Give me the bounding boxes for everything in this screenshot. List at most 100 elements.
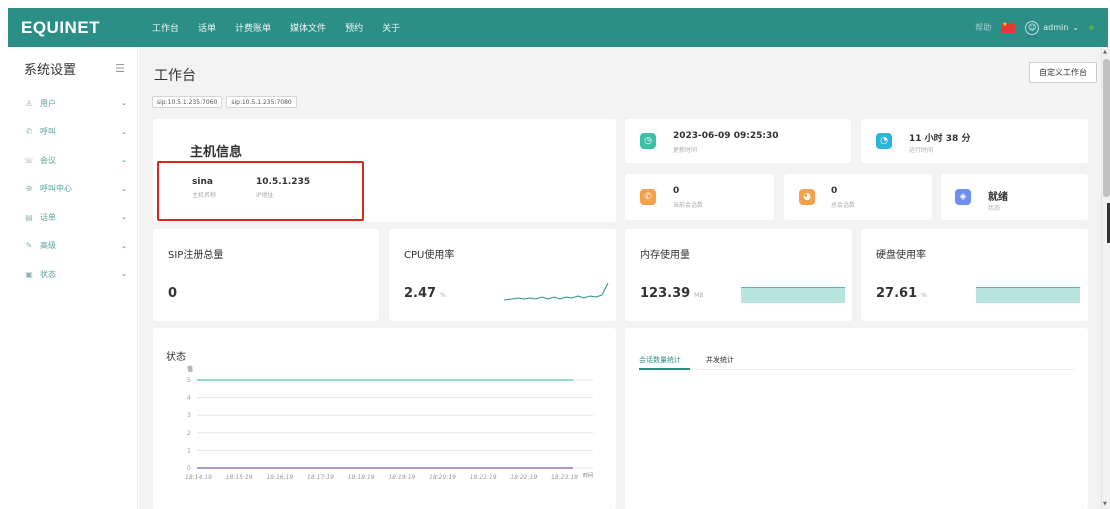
nav-workbench[interactable]: 工作台: [152, 21, 179, 34]
status-icon: ▣: [25, 269, 33, 279]
sidebar-item-4[interactable]: ▤ 话单 ⌄: [8, 203, 137, 232]
sip-total-value: 0: [168, 286, 178, 301]
host-name-label: 主机名称: [192, 192, 217, 199]
sidebar-item-label: 状态: [40, 269, 56, 279]
phone-icon: ✆: [640, 189, 656, 205]
chevron-down-icon: ⌄: [121, 184, 127, 193]
tab-divider: [639, 369, 1074, 370]
tab-concurrency[interactable]: 并发统计: [706, 355, 734, 365]
tab-session-count[interactable]: 会话数量统计: [639, 355, 681, 365]
highlight-box: sina 主机名称 10.5.1.235 IP地址: [157, 161, 364, 221]
disk-area-chart: [976, 287, 1080, 303]
sidebar-item-0[interactable]: ♙ 用户 ⌄: [8, 89, 137, 118]
menu-collapse-icon[interactable]: ☰: [115, 62, 125, 75]
avatar-icon: ☺: [1025, 20, 1040, 35]
status-label: 状态: [988, 205, 1001, 212]
sidebar-item-6[interactable]: ▣ 状态 ⌄: [8, 260, 137, 289]
timer-icon: ◔: [876, 133, 892, 149]
y-tick-label: 4: [187, 395, 191, 402]
sidebar-item-2[interactable]: ☏ 会议 ⌄: [8, 146, 137, 175]
chevron-down-icon: ⌄: [1072, 23, 1079, 32]
help-link[interactable]: 帮助: [975, 22, 991, 33]
sidebar-item-5[interactable]: ✎ 高级 ⌄: [8, 232, 137, 261]
chevron-down-icon: ⌄: [121, 241, 127, 250]
update-time-card: ◷ 2023-06-09 09:25:30 更新时间: [625, 119, 851, 163]
sip-tag[interactable]: sip:10.5.1.235:7060: [152, 96, 223, 108]
sidebar-item-label: 用户: [40, 98, 56, 108]
total-sessions-card: ◕ 0 总会话数: [784, 174, 932, 220]
memory-title: 内存使用量: [640, 250, 690, 261]
cpu-value: 2.47: [404, 286, 437, 301]
memory-value: 123.39: [640, 286, 691, 301]
sip-total-title: SIP注册总量: [168, 250, 224, 261]
x-tick-label: 18:20:19: [429, 474, 456, 481]
chart-pie-icon: ◕: [799, 189, 815, 205]
y-tick-label: 0: [187, 465, 191, 472]
disk-value: 27.61: [876, 286, 918, 301]
cpu-card: CPU使用率 2.47%: [389, 229, 616, 321]
cpu-unit: %: [440, 292, 446, 299]
cpu-title: CPU使用率: [404, 250, 455, 261]
ip-value: 10.5.1.235: [256, 177, 311, 187]
clock-icon: ◷: [640, 133, 656, 149]
x-tick-label: 18:15:19: [226, 474, 253, 481]
user-menu[interactable]: ☺ admin ⌄: [1025, 20, 1079, 35]
sip-address-tags: sip:10.5.1.235:7060 sip:10.5.1.235:7080: [152, 96, 297, 108]
x-tick-label: 18:18:19: [348, 474, 375, 481]
uptime-label: 运行时间: [909, 147, 934, 154]
page-title: 工作台: [154, 68, 196, 84]
state-title: 状态: [166, 352, 186, 363]
scroll-down-icon[interactable]: ▼: [1103, 501, 1107, 507]
sidebar-item-3[interactable]: ⊕ 呼叫中心 ⌄: [8, 175, 137, 204]
y-tick-label: 5: [187, 377, 191, 384]
sidebar-item-label: 会议: [40, 155, 56, 165]
update-time-label: 更新时间: [673, 147, 698, 154]
disk-value-wrap: 27.61%: [876, 286, 927, 301]
state-chart-card: 状态 值 5 4 3 2 1 0 18:14:19 18:15:19 18:16:19 18:17:…: [153, 328, 616, 509]
y-tick-label: 3: [187, 412, 191, 419]
y-axis-label: 值: [187, 365, 193, 373]
sidebar-item-label: 话单: [40, 212, 56, 222]
state-line-chart: 值 5 4 3 2 1 0 18:14:19 18:15:19 18:16:19 18:17:19 1…: [185, 365, 593, 481]
chevron-down-icon: ⌄: [121, 156, 127, 165]
sidebar-item-1[interactable]: ✆ 呼叫 ⌄: [8, 118, 137, 147]
nav-booking[interactable]: 预约: [345, 21, 363, 34]
nav-cdr[interactable]: 话单: [198, 21, 216, 34]
sip-tag[interactable]: sip:10.5.1.235:7080: [226, 96, 297, 108]
x-tick-label: 18:23:19: [551, 474, 578, 481]
sidebar-item-label: 高级: [40, 241, 56, 251]
sidebar-item-label: 呼叫: [40, 127, 56, 137]
callcenter-icon: ⊕: [25, 184, 33, 194]
language-flag-icon[interactable]: [1001, 21, 1016, 33]
memory-value-wrap: 123.39 MB: [640, 286, 703, 301]
total-sessions-label: 总会话数: [831, 202, 856, 209]
main-nav: 工作台 话单 计费账单 媒体文件 预约 关于: [148, 21, 419, 34]
status-check-icon: ◈: [955, 189, 971, 205]
scroll-up-icon[interactable]: ▲: [1103, 49, 1107, 55]
uptime-card: ◔ 11 小时 38 分 运行时间: [861, 119, 1088, 163]
nav-billing[interactable]: 计费账单: [235, 21, 271, 34]
x-tick-label: 18:21:19: [470, 474, 497, 481]
cpu-sparkline: [504, 282, 609, 301]
main-content: 工作台 自定义工作台 sip:10.5.1.235:7060 sip:10.5.…: [139, 47, 1101, 509]
x-tick-label: 18:22:19: [510, 474, 537, 481]
scroll-thumb[interactable]: [1103, 59, 1110, 197]
host-info-title: 主机信息: [190, 145, 243, 160]
update-time-value: 2023-06-09 09:25:30: [673, 131, 779, 141]
current-sessions-value: 0: [673, 186, 680, 196]
current-sessions-card: ✆ 0 当前会话数: [625, 174, 774, 220]
vertical-scrollbar[interactable]: ▲ ▼: [1101, 47, 1110, 509]
nav-media[interactable]: 媒体文件: [290, 21, 326, 34]
memory-card: 内存使用量 123.39 MB: [625, 229, 852, 321]
record-icon: ▤: [25, 212, 33, 222]
cpu-value-wrap: 2.47%: [404, 286, 446, 301]
customize-workbench-button[interactable]: 自定义工作台: [1029, 62, 1097, 83]
x-axis-label: 时间: [583, 472, 593, 479]
nav-about[interactable]: 关于: [382, 21, 400, 34]
x-tick-label: 18:16:19: [266, 474, 293, 481]
status-card: ◈ 就绪 状态: [941, 174, 1088, 220]
tool-icon: ✎: [25, 241, 33, 251]
ip-label: IP地址: [256, 192, 274, 199]
brand-logo[interactable]: EQUINET: [8, 18, 148, 38]
y-tick-label: 1: [187, 447, 191, 454]
